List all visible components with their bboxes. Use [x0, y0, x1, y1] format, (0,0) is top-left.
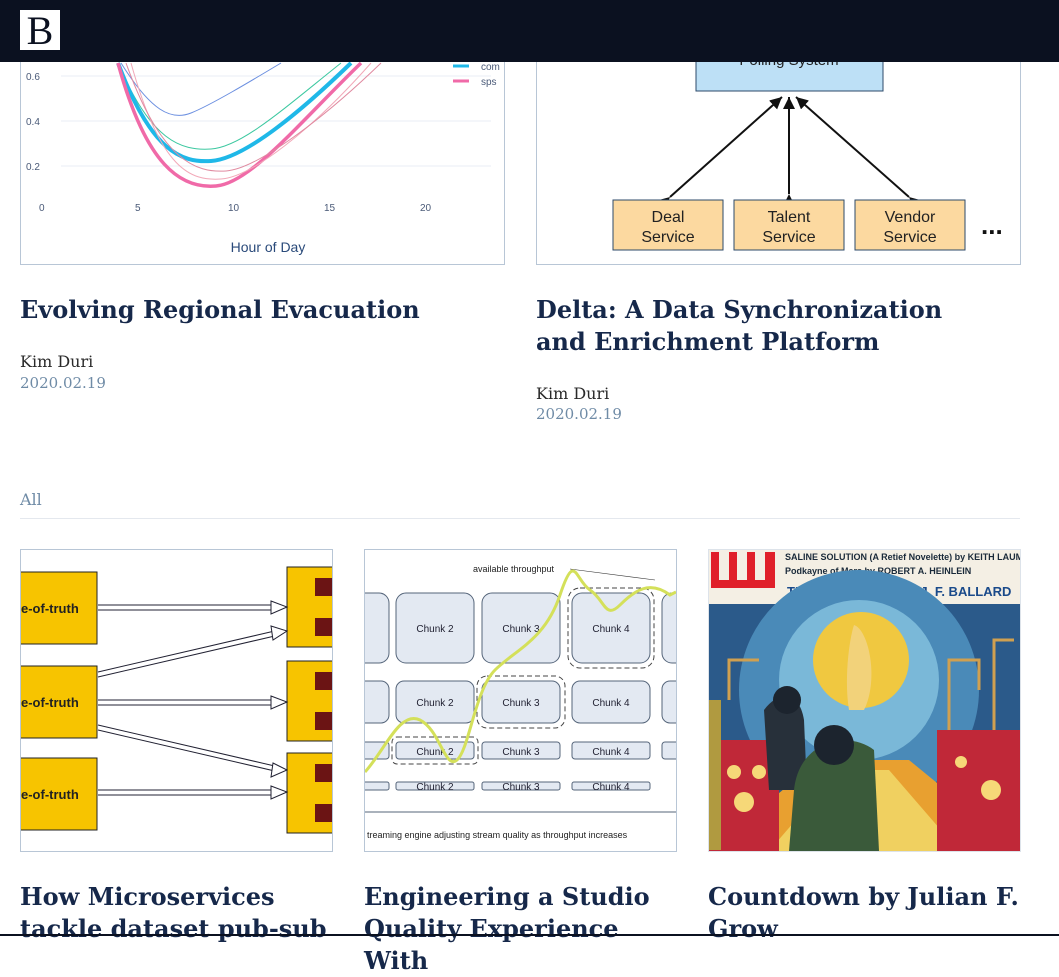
chunk-label: Chunk 2 [416, 698, 454, 709]
chunk-label: Chunk 2 [416, 624, 454, 635]
x-axis-label: Hour of Day [231, 239, 306, 255]
source-of-truth-label: e-of-truth [21, 601, 79, 616]
section-divider [20, 518, 1020, 519]
post-title[interactable]: Engineering a Studio Quality Experience … [364, 881, 675, 977]
streaming-caption: treaming engine adjusting stream quality… [367, 830, 628, 840]
deal-service-label: Service [641, 229, 694, 246]
diagram-ellipsis: ... [981, 210, 1003, 240]
chunk-label: Chunk 3 [502, 624, 540, 635]
source-of-truth-label: e-of-truth [21, 695, 79, 710]
featured-author[interactable]: Kim Duri [536, 384, 609, 403]
featured-date: 2020.02.19 [20, 374, 106, 392]
chunk-label: Chunk 4 [592, 782, 630, 793]
post-thumbnail-streaming[interactable]: available throughput Chunk 2 Chunk 3 Chu… [364, 549, 677, 852]
talent-service-label: Service [762, 229, 815, 246]
top-nav-bar: B [0, 0, 1059, 62]
talent-service-label: Talent [768, 209, 811, 226]
legend-entry: com [481, 62, 500, 73]
section-heading-all[interactable]: All [20, 490, 42, 509]
streaming-chunks-thumbnail: available throughput Chunk 2 Chunk 3 Chu… [365, 564, 676, 840]
x-tick-label: 15 [324, 203, 336, 214]
chunk-label: Chunk 2 [416, 782, 454, 793]
chunk-label: Chunk 4 [592, 698, 630, 709]
source-of-truth-label: e-of-truth [21, 787, 79, 802]
deal-service-label: Deal [652, 209, 685, 226]
magazine-cover-art: SALINE SOLUTION (A Retief Novelette) by … [709, 550, 1020, 851]
y-tick-label: 0.2 [26, 162, 40, 173]
vendor-service-label: Service [883, 229, 936, 246]
y-tick-label: 0.4 [26, 117, 40, 128]
vendor-service-label: Vendor [885, 209, 936, 226]
chunk-label: Chunk 3 [502, 747, 540, 758]
featured-date: 2020.02.19 [536, 405, 622, 423]
chunk-label: Chunk 4 [592, 624, 630, 635]
chunk-label: Chunk 3 [502, 782, 540, 793]
x-tick-label: 0 [39, 203, 45, 214]
chunk-label: Chunk 4 [592, 747, 630, 758]
y-tick-label: 0.6 [26, 72, 40, 83]
throughput-annotation: available throughput [473, 564, 555, 574]
brand-logo[interactable]: B [20, 10, 60, 52]
x-tick-label: 5 [135, 203, 141, 214]
post-thumbnail-magazine-cover[interactable]: SALINE SOLUTION (A Retief Novelette) by … [708, 549, 1021, 852]
pubsub-diagram-thumbnail: e-of-truth e-of-truth e-of-truth [21, 566, 332, 834]
featured-title[interactable]: Evolving Regional Evacuation [20, 294, 503, 326]
chunk-label: Chunk 3 [502, 698, 540, 709]
legend-entry: sps [481, 77, 497, 88]
x-tick-label: 10 [228, 203, 240, 214]
featured-title[interactable]: Delta: A Data Synchronization and Enrich… [536, 294, 996, 358]
cover-line: SALINE SOLUTION (A Retief Novelette) by … [785, 552, 1020, 562]
x-tick-label: 20 [420, 203, 432, 214]
featured-author[interactable]: Kim Duri [20, 352, 93, 371]
post-thumbnail-pubsub[interactable]: e-of-truth e-of-truth e-of-truth [20, 549, 333, 852]
